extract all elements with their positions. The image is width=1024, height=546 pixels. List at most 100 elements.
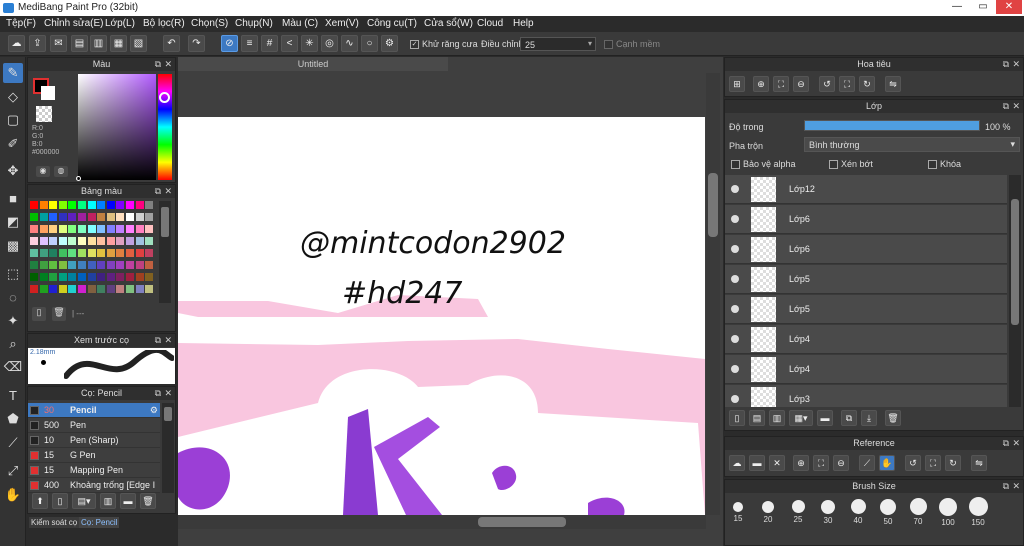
curve-snap-icon[interactable]: ∿: [341, 35, 358, 52]
palette-swatch[interactable]: [126, 273, 134, 281]
brush-size-preset[interactable]: 20: [754, 497, 782, 524]
tab-brush-pencil[interactable]: Cọ: Pencil: [79, 517, 120, 528]
palette-swatch[interactable]: [97, 225, 106, 233]
text-icon[interactable]: T: [3, 386, 23, 406]
palette-swatch[interactable]: [106, 225, 115, 233]
palette-swatch[interactable]: [87, 225, 96, 233]
document-icon[interactable]: ▥: [90, 35, 107, 52]
brush-menu-icon[interactable]: ▤▾: [72, 493, 96, 509]
palette-swatch[interactable]: [39, 273, 48, 281]
palette-swatch[interactable]: [30, 285, 38, 293]
brush-row-mapping-pen[interactable]: 15 Mapping Pen: [28, 463, 160, 478]
brush-size-preset[interactable]: 15: [724, 497, 752, 523]
palette-swatch[interactable]: [68, 201, 77, 209]
palette-swatch[interactable]: [126, 213, 134, 221]
palette-swatch[interactable]: [58, 213, 67, 221]
cross-snap-icon[interactable]: #: [261, 35, 278, 52]
redo-icon[interactable]: ↷: [188, 35, 205, 52]
new-brush-icon[interactable]: ▯: [52, 493, 68, 509]
clipping-checkbox[interactable]: Xén bớt: [829, 159, 873, 170]
palette-swatch[interactable]: [97, 213, 106, 221]
float-panel-icon[interactable]: ⧉: [155, 185, 161, 198]
protect-alpha-checkbox[interactable]: Bảo vệ alpha: [731, 159, 796, 170]
palette-swatch[interactable]: [39, 201, 48, 209]
palette-swatch[interactable]: [68, 225, 77, 233]
menu-edit[interactable]: Chỉnh sửa(E): [44, 18, 104, 29]
fit-window-icon[interactable]: ⛶: [773, 76, 789, 92]
layer-row[interactable]: Lớp6: [725, 205, 1007, 234]
palette-swatch[interactable]: [68, 237, 77, 245]
menu-tools[interactable]: Công cụ(T): [367, 18, 417, 29]
palette-swatch[interactable]: [68, 249, 77, 257]
scroll-thumb[interactable]: [708, 173, 718, 237]
palette-swatch[interactable]: [145, 285, 154, 293]
palette-swatch[interactable]: [116, 201, 125, 209]
palette-swatch[interactable]: [135, 201, 144, 209]
blend-dropdown[interactable]: Bình thường ▾: [804, 137, 1020, 152]
cloud-icon[interactable]: ☁: [8, 35, 25, 52]
palette-swatch[interactable]: [126, 261, 134, 269]
palette-swatch[interactable]: [145, 261, 154, 269]
scroll-thumb[interactable]: [164, 407, 172, 421]
drawing-canvas[interactable]: @mintcodon2902 #hd247: [178, 117, 705, 515]
float-panel-icon[interactable]: ⧉: [155, 334, 161, 347]
menu-filter[interactable]: Bộ lọc(R): [143, 18, 185, 29]
close-icon[interactable]: ✕: [164, 387, 172, 400]
palette-swatch[interactable]: [39, 285, 48, 293]
trash-icon[interactable]: 🗑: [52, 307, 66, 321]
hue-slider[interactable]: [158, 74, 172, 180]
new-layer-1bit-icon[interactable]: ▥: [769, 410, 785, 426]
close-icon[interactable]: ✕: [164, 185, 172, 198]
palette-swatch[interactable]: [58, 273, 67, 281]
eraser-icon[interactable]: ◇: [3, 87, 23, 107]
palette-swatch[interactable]: [68, 213, 77, 221]
rotate-right-icon[interactable]: ↻: [859, 76, 875, 92]
scroll-thumb[interactable]: [1011, 199, 1019, 325]
sv-picker-handle[interactable]: [76, 176, 81, 181]
palette-swatch[interactable]: [145, 237, 154, 245]
parallel-snap-icon[interactable]: ≡: [241, 35, 258, 52]
add-color-icon[interactable]: ▯: [32, 307, 46, 321]
palette-swatch[interactable]: [97, 249, 106, 257]
pen-icon[interactable]: ✎: [3, 63, 23, 83]
palette-swatch[interactable]: [49, 273, 58, 281]
palette-swatch[interactable]: [135, 273, 144, 281]
eye-icon[interactable]: [731, 215, 739, 223]
menu-window[interactable]: Cửa sổ(W): [424, 18, 473, 29]
share-icon[interactable]: ⇪: [29, 35, 46, 52]
trash-icon[interactable]: 🗑: [140, 493, 156, 509]
palette-swatch[interactable]: [145, 213, 154, 221]
layer-row[interactable]: Lớp4: [725, 355, 1007, 384]
opacity-slider[interactable]: [804, 120, 980, 131]
open-folder-icon[interactable]: ▬: [749, 455, 765, 471]
brush-row-pencil[interactable]: 30 Pencil ⚙: [28, 403, 160, 418]
brush-size-preset[interactable]: 25: [784, 497, 812, 524]
palette-swatch[interactable]: [116, 261, 125, 269]
select-rect-icon[interactable]: ▢: [3, 110, 23, 130]
merge-down-icon[interactable]: ⤓: [861, 410, 877, 426]
layer-row[interactable]: Lớp5: [725, 265, 1007, 294]
transparent-swatch[interactable]: [36, 106, 52, 122]
brush-size-preset[interactable]: 30: [814, 497, 842, 525]
add-layer-menu-icon[interactable]: ▦▾: [789, 410, 813, 426]
palette-swatch[interactable]: [97, 261, 106, 269]
zoom-out-icon[interactable]: ⊖: [833, 455, 849, 471]
lock-checkbox[interactable]: Khóa: [928, 159, 961, 170]
rotate-right-icon[interactable]: ↻: [945, 455, 961, 471]
brush-row-pen[interactable]: 500 Pen: [28, 418, 160, 433]
trash-icon[interactable]: 🗑: [885, 410, 901, 426]
scroll-thumb[interactable]: [478, 517, 566, 527]
palette-swatch[interactable]: [106, 285, 115, 293]
palette-swatch[interactable]: [126, 249, 134, 257]
snap-off-icon[interactable]: ⊘: [221, 35, 238, 52]
palette-swatch[interactable]: [106, 237, 115, 245]
menu-capture[interactable]: Chụp(N): [235, 18, 273, 29]
palette-swatch[interactable]: [78, 273, 86, 281]
eye-icon[interactable]: [731, 395, 739, 403]
palette-swatch[interactable]: [39, 237, 48, 245]
palette-swatch[interactable]: [78, 201, 86, 209]
reset-view-icon[interactable]: ⛶: [925, 455, 941, 471]
eye-icon[interactable]: [731, 305, 739, 313]
canvas-vertical-scrollbar[interactable]: [706, 73, 720, 515]
adjust-dropdown[interactable]: 25 ▾: [520, 37, 596, 51]
